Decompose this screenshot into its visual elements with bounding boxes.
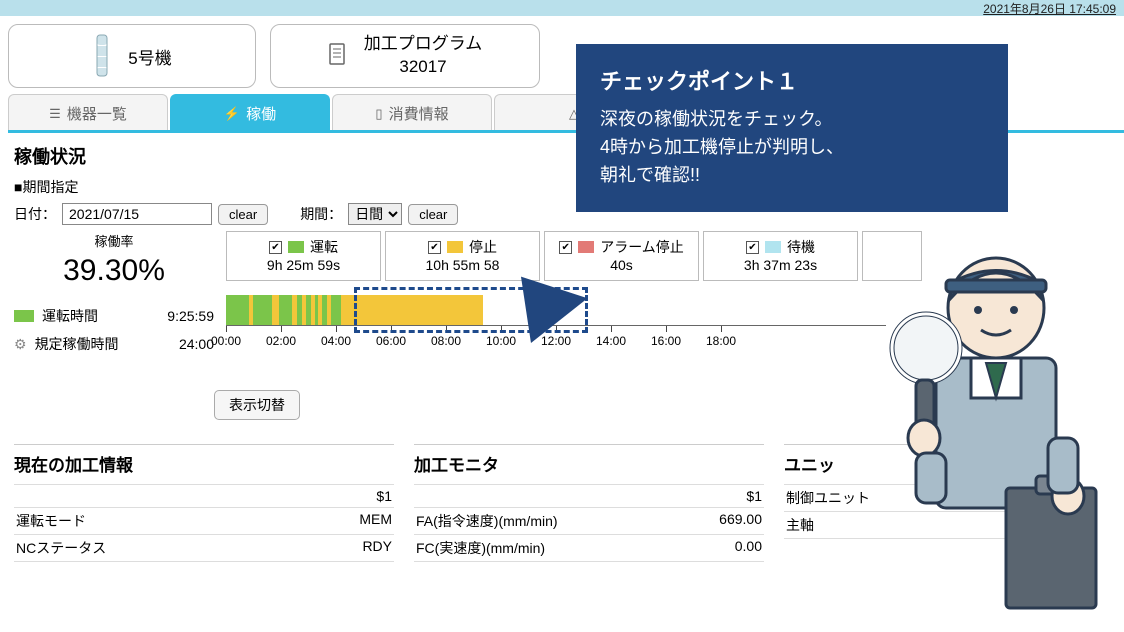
callout-line: 朝礼で確認!!	[600, 165, 700, 185]
program-no: 32017	[364, 56, 483, 79]
gear-icon: ⚙	[14, 336, 27, 353]
callout-overlay: チェックポイント１ 深夜の稼働状況をチェック。 4時から加工機停止が判明し、 朝…	[576, 44, 1008, 212]
tick-label: 04:00	[321, 334, 351, 348]
callout-title: チェックポイント１	[600, 64, 984, 96]
swatch-icon	[288, 241, 304, 253]
tab-label: 機器一覧	[67, 103, 127, 124]
legend-label: 待機	[787, 238, 815, 256]
battery-icon: ▯	[375, 106, 382, 122]
callout-line: 4時から加工機停止が判明し、	[600, 137, 844, 157]
checkbox-icon[interactable]: ✔	[746, 241, 759, 254]
bolt-icon: ⚡	[224, 106, 240, 122]
table-row: NCステータスRDY	[14, 535, 394, 562]
timeline-segment	[226, 295, 249, 325]
legend-alarm[interactable]: ✔ アラーム停止 40s	[544, 231, 699, 281]
clear-date-button[interactable]: clear	[218, 204, 268, 225]
checkbox-icon[interactable]: ✔	[269, 241, 282, 254]
toggle-view-button[interactable]: 表示切替	[214, 390, 300, 420]
clear-period-button[interactable]: clear	[408, 204, 458, 225]
checkbox-icon[interactable]: ✔	[428, 241, 441, 254]
panel-title: 現在の加工情報	[14, 451, 394, 476]
inspector-illustration	[856, 238, 1116, 628]
legend-time: 10h 55m 58	[394, 256, 531, 274]
tower-light-icon	[92, 33, 112, 79]
tick-label: 02:00	[266, 334, 296, 348]
tab-consumption[interactable]: ▯ 消費情報	[332, 94, 492, 130]
timeline-segment	[279, 295, 293, 325]
timeline-segment	[341, 295, 483, 325]
tab-machine-list[interactable]: ☰ 機器一覧	[8, 94, 168, 130]
timeline-segment	[272, 295, 279, 325]
callout-line: 深夜の稼働状況をチェック。	[600, 109, 833, 129]
tab-label: 稼働	[246, 103, 276, 124]
panel-current-machining: 現在の加工情報 $1 運転モードMEM NCステータスRDY	[14, 444, 394, 562]
checkbox-icon[interactable]: ✔	[559, 241, 572, 254]
std-time-value: 24:00	[179, 336, 214, 352]
tick-label: 06:00	[376, 334, 406, 348]
machine-card[interactable]: 5号機	[8, 24, 256, 88]
run-time-label: 運転時間	[42, 306, 98, 326]
rate-label: 稼働率	[14, 231, 214, 250]
date-input[interactable]	[62, 203, 212, 225]
col-head: $1	[376, 488, 392, 504]
tick-label: 18:00	[706, 334, 736, 348]
legend-time: 40s	[553, 256, 690, 274]
list-icon: ☰	[49, 106, 61, 122]
tick-label: 00:00	[211, 334, 241, 348]
timeline-segment	[253, 295, 271, 325]
period-select[interactable]: 日間	[348, 203, 402, 225]
panel-machining-monitor: 加工モニタ $1 FA(指令速度)(mm/min)669.00 FC(実速度)(…	[414, 444, 764, 562]
tick-label: 14:00	[596, 334, 626, 348]
legend: ✔ 運転 9h 25m 59s ✔ 停止 10h 55m 58 ✔ アラーム停止 40…	[226, 231, 922, 281]
legend-time: 9h 25m 59s	[235, 256, 372, 274]
timestamp: 2021年8月26日 17:45:09	[983, 0, 1116, 17]
timeline-segment	[331, 295, 340, 325]
col-head: $1	[746, 488, 762, 504]
std-time-label: 規定稼働時間	[35, 334, 119, 354]
machine-name: 5号機	[128, 44, 171, 69]
legend-wait[interactable]: ✔ 待機 3h 37m 23s	[703, 231, 858, 281]
legend-stop[interactable]: ✔ 停止 10h 55m 58	[385, 231, 540, 281]
program-card[interactable]: 加工プログラム 32017	[270, 24, 540, 88]
legend-label: 運転	[310, 238, 338, 256]
legend-label: 停止	[469, 238, 497, 256]
tab-operation[interactable]: ⚡ 稼働	[170, 94, 330, 130]
program-label: 加工プログラム	[364, 33, 483, 56]
swatch-icon	[578, 241, 594, 253]
run-swatch-icon	[14, 310, 34, 322]
tab-label: 消費情報	[389, 103, 449, 124]
legend-time: 3h 37m 23s	[712, 256, 849, 274]
rate-value: 39.30%	[14, 254, 214, 288]
legend-run[interactable]: ✔ 運転 9h 25m 59s	[226, 231, 381, 281]
table-row: 運転モードMEM	[14, 508, 394, 535]
swatch-icon	[765, 241, 781, 253]
table-row: FA(指令速度)(mm/min)669.00	[414, 508, 764, 535]
legend-label: アラーム停止	[600, 238, 684, 256]
tick-label: 16:00	[651, 334, 681, 348]
panel-title: 加工モニタ	[414, 451, 764, 476]
date-label: 日付：	[14, 204, 56, 224]
document-icon	[328, 42, 348, 71]
table-row: FC(実速度)(mm/min)0.00	[414, 535, 764, 562]
run-time-value: 9:25:59	[167, 308, 214, 324]
tick-label: 08:00	[431, 334, 461, 348]
period-label: 期間：	[300, 204, 342, 224]
swatch-icon	[447, 241, 463, 253]
